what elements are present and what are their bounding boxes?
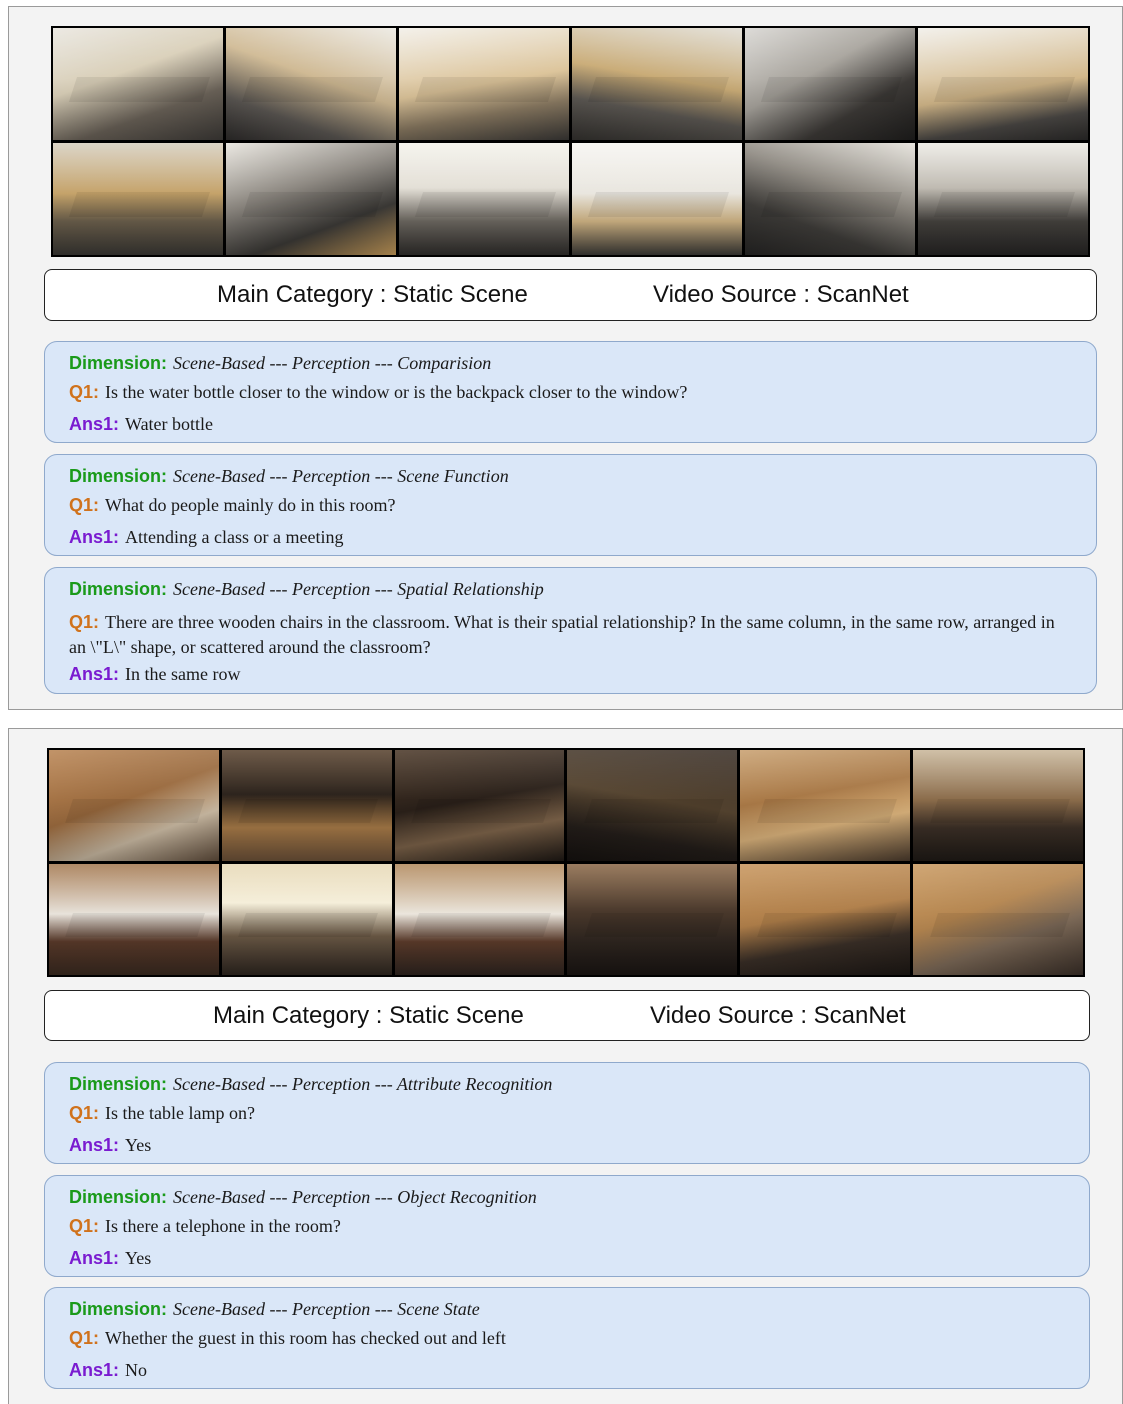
question-text: Is the table lamp on?	[105, 1103, 255, 1123]
answer-label: Ans1:	[69, 1135, 120, 1155]
video-frame	[49, 864, 219, 975]
dimension-label: Dimension:	[69, 466, 168, 486]
answer-label: Ans1:	[69, 1360, 120, 1380]
qa-box: Dimension: Scene-Based --- Perception ---…	[44, 1175, 1090, 1277]
qa-box: Dimension: Scene-Based --- Perception ---…	[44, 1062, 1090, 1164]
video-frame	[226, 28, 396, 140]
video-frame	[918, 143, 1088, 255]
video-frame-grid	[47, 748, 1085, 977]
video-frame	[394, 864, 565, 975]
question-text: Is there a telephone in the room?	[105, 1216, 341, 1236]
main-category: Main Category : Static Scene	[217, 281, 528, 308]
video-frame	[567, 750, 738, 861]
answer-line: Ans1: Attending a class or a meeting	[69, 525, 1066, 550]
video-frame	[572, 28, 742, 140]
video-frame	[221, 864, 392, 975]
question-line: Q1: Whether the guest in this room has ch…	[69, 1326, 1059, 1351]
answer-line: Ans1: In the same row	[69, 662, 1066, 687]
video-frame	[394, 750, 565, 861]
qa-box: Dimension: Scene-Based --- Perception ---…	[44, 341, 1097, 443]
answer-label: Ans1:	[69, 664, 120, 684]
video-frame	[918, 28, 1088, 140]
question-label: Q1:	[69, 382, 100, 402]
answer-line: Ans1: Yes	[69, 1133, 1059, 1158]
video-frame	[53, 143, 223, 255]
answer-text: Attending a class or a meeting	[125, 527, 344, 547]
category-source-bar: Main Category : Static Scene Video Sourc…	[44, 269, 1097, 321]
question-label: Q1:	[69, 1103, 100, 1123]
question-line: Q1: Is the water bottle closer to the win…	[69, 380, 1066, 405]
question-text: Whether the guest in this room has check…	[105, 1328, 506, 1348]
main-category: Main Category : Static Scene	[213, 1002, 524, 1029]
dimension-line: Dimension: Scene-Based --- Perception ---…	[69, 351, 1066, 376]
video-frame	[49, 750, 219, 861]
dimension-line: Dimension: Scene-Based --- Perception ---…	[69, 577, 1066, 602]
answer-line: Ans1: Water bottle	[69, 412, 1066, 437]
question-label: Q1:	[69, 1216, 100, 1236]
video-source: Video Source : ScanNet	[653, 281, 909, 308]
example-panel-hotel-room: Main Category : Static Scene Video Sourc…	[8, 728, 1123, 1404]
video-frame	[567, 864, 738, 975]
question-line: Q1: What do people mainly do in this room…	[69, 493, 1066, 518]
answer-line: Ans1: No	[69, 1358, 1059, 1383]
answer-text: Water bottle	[125, 414, 214, 434]
dimension-line: Dimension: Scene-Based --- Perception ---…	[69, 1297, 1059, 1322]
answer-text: Yes	[125, 1135, 152, 1155]
qa-box: Dimension: Scene-Based --- Perception ---…	[44, 1287, 1090, 1389]
video-frame	[745, 143, 915, 255]
dimension-label: Dimension:	[69, 353, 168, 373]
video-frame	[572, 143, 742, 255]
qa-box: Dimension: Scene-Based --- Perception ---…	[44, 454, 1097, 556]
video-frame	[399, 143, 569, 255]
video-frame-grid	[51, 26, 1090, 257]
question-label: Q1:	[69, 1328, 100, 1348]
dimension-line: Dimension: Scene-Based --- Perception ---…	[69, 1185, 1059, 1210]
video-frame	[53, 28, 223, 140]
answer-label: Ans1:	[69, 1248, 120, 1268]
video-source: Video Source : ScanNet	[650, 1002, 906, 1029]
dimension-label: Dimension:	[69, 579, 168, 599]
question-text: Is the water bottle closer to the window…	[105, 382, 688, 402]
question-line: Q1: Is there a telephone in the room?	[69, 1214, 1059, 1239]
dimension-value: Scene-Based --- Perception --- Comparisi…	[173, 353, 492, 373]
dimension-value: Scene-Based --- Perception --- Scene Sta…	[173, 1299, 480, 1319]
video-frame	[745, 28, 915, 140]
question-line: Q1: There are three wooden chairs in the …	[69, 610, 1066, 660]
answer-label: Ans1:	[69, 414, 120, 434]
dimension-value: Scene-Based --- Perception --- Object Re…	[173, 1187, 537, 1207]
dimension-label: Dimension:	[69, 1074, 168, 1094]
dimension-label: Dimension:	[69, 1299, 168, 1319]
dimension-label: Dimension:	[69, 1187, 168, 1207]
dimension-value: Scene-Based --- Perception --- Attribute…	[173, 1074, 553, 1094]
video-frame	[740, 750, 911, 861]
dimension-value: Scene-Based --- Perception --- Scene Fun…	[173, 466, 509, 486]
example-panel-classroom: Main Category : Static Scene Video Sourc…	[8, 6, 1123, 710]
answer-line: Ans1: Yes	[69, 1246, 1059, 1271]
video-frame	[740, 864, 911, 975]
category-source-bar: Main Category : Static Scene Video Sourc…	[44, 990, 1090, 1041]
dimension-value: Scene-Based --- Perception --- Spatial R…	[173, 579, 544, 599]
video-frame	[399, 28, 569, 140]
answer-label: Ans1:	[69, 527, 120, 547]
dimension-line: Dimension: Scene-Based --- Perception ---…	[69, 464, 1066, 489]
video-frame	[221, 750, 392, 861]
answer-text: Yes	[125, 1248, 152, 1268]
question-label: Q1:	[69, 612, 100, 632]
question-label: Q1:	[69, 495, 100, 515]
question-text: What do people mainly do in this room?	[105, 495, 396, 515]
answer-text: No	[125, 1360, 148, 1380]
video-frame	[226, 143, 396, 255]
qa-box: Dimension: Scene-Based --- Perception ---…	[44, 567, 1097, 694]
video-frame	[913, 750, 1083, 861]
answer-text: In the same row	[125, 664, 241, 684]
question-line: Q1: Is the table lamp on?	[69, 1101, 1059, 1126]
dimension-line: Dimension: Scene-Based --- Perception ---…	[69, 1072, 1059, 1097]
question-text: There are three wooden chairs in the cla…	[69, 612, 1055, 657]
video-frame	[913, 864, 1083, 975]
